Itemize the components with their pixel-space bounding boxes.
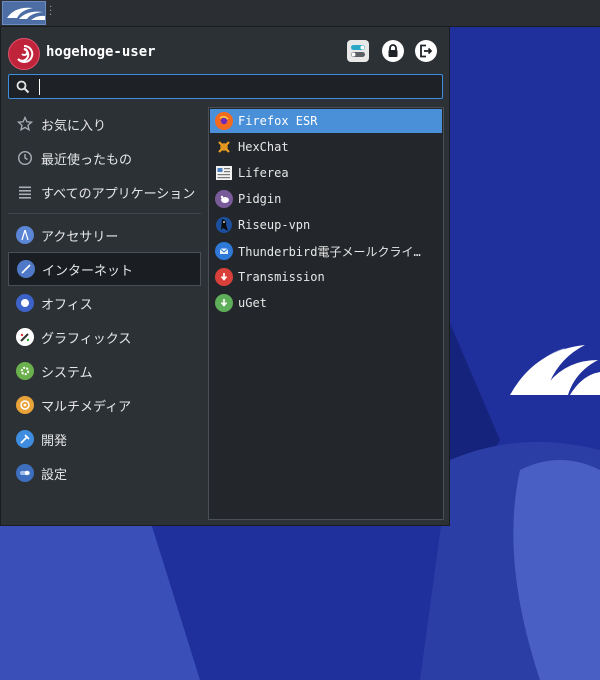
app-label: Pidgin [238, 192, 282, 206]
application-list: Firefox ESR HexChat Liferea Pidgin Riseu… [208, 107, 444, 520]
lock-screen-button[interactable] [382, 40, 404, 62]
star-icon [15, 114, 35, 134]
lock-icon [388, 44, 398, 57]
category-multimedia[interactable]: マルチメディア [8, 389, 201, 421]
search-icon [16, 80, 30, 94]
app-item-firefox[interactable]: Firefox ESR [210, 109, 442, 133]
category-label: 設定 [41, 467, 68, 483]
app-label: uGet [238, 296, 267, 310]
top-panel: · · · [0, 0, 600, 27]
accessories-icon [15, 225, 35, 245]
category-separator [8, 213, 201, 214]
thunderbird-icon [214, 241, 234, 261]
list-icon [15, 182, 35, 202]
app-item-thunderbird[interactable]: Thunderbird電子メールクライ… [210, 239, 442, 263]
user-row: hogehoge-user [7, 37, 443, 70]
graphics-icon [15, 327, 35, 347]
firefox-icon [214, 111, 234, 131]
category-label: オフィス [41, 297, 93, 313]
category-graphics[interactable]: グラフィックス [8, 321, 201, 353]
category-label: マルチメディア [41, 399, 132, 415]
whisker-menu: hogehoge-user お気に入り 最近使ったもの すべてのアプリケーション… [0, 26, 450, 526]
app-label: Liferea [238, 166, 289, 180]
search-input[interactable] [43, 77, 437, 98]
category-development[interactable]: 開発 [8, 423, 201, 455]
riseup-vpn-icon [214, 215, 234, 235]
app-label: Riseup-vpn [238, 218, 311, 232]
app-item-transmission[interactable]: Transmission [210, 265, 442, 289]
app-item-riseup-vpn[interactable]: Riseup-vpn [210, 213, 442, 237]
app-label: Transmission [238, 270, 325, 284]
system-icon [15, 361, 35, 381]
category-recent[interactable]: 最近使ったもの [8, 142, 201, 174]
debian-logo-icon [7, 7, 45, 20]
category-office[interactable]: オフィス [8, 287, 201, 319]
settings-icon [15, 463, 35, 483]
username-label: hogehoge-user [46, 44, 156, 60]
category-favorites[interactable]: お気に入り [8, 108, 201, 140]
settings-manager-button[interactable] [347, 40, 369, 62]
category-system[interactable]: システム [8, 355, 201, 387]
development-icon [15, 429, 35, 449]
text-cursor [39, 79, 40, 95]
app-item-hexchat[interactable]: HexChat [210, 135, 442, 159]
pidgin-icon [214, 189, 234, 209]
app-label: HexChat [238, 140, 289, 154]
user-avatar [8, 38, 40, 70]
hexchat-icon [214, 137, 234, 157]
app-label: Thunderbird電子メールクライ… [238, 244, 421, 259]
panel-handle-icon[interactable]: · · · [49, 3, 52, 21]
app-item-uget[interactable]: uGet [210, 291, 442, 315]
app-label: Firefox ESR [238, 114, 318, 128]
debian-swirl-icon [17, 44, 34, 63]
category-label: 開発 [41, 433, 68, 449]
category-label: インターネット [42, 263, 134, 279]
internet-icon [16, 259, 36, 279]
app-item-pidgin[interactable]: Pidgin [210, 187, 442, 211]
category-label: お気に入り [41, 118, 107, 134]
category-settings[interactable]: 設定 [8, 457, 201, 489]
category-label: グラフィックス [41, 331, 132, 347]
transmission-icon [214, 267, 234, 287]
category-label: 最近使ったもの [41, 152, 133, 168]
multimedia-icon [15, 395, 35, 415]
category-internet[interactable]: インターネット [8, 252, 201, 286]
clock-icon [15, 148, 35, 168]
office-icon [15, 293, 35, 313]
applications-menu-button[interactable] [2, 1, 46, 25]
toggle-settings-icon [351, 45, 365, 57]
app-item-liferea[interactable]: Liferea [210, 161, 442, 185]
category-all-applications[interactable]: すべてのアプリケーション [8, 176, 201, 208]
logout-button[interactable] [415, 40, 437, 62]
uget-icon [214, 293, 234, 313]
category-accessories[interactable]: アクセサリー [8, 219, 201, 251]
search-field[interactable] [8, 74, 443, 99]
liferea-icon [214, 163, 234, 183]
category-label: アクセサリー [41, 229, 119, 245]
category-label: すべてのアプリケーション [41, 186, 196, 202]
category-label: システム [41, 365, 93, 381]
logout-icon [420, 44, 433, 58]
